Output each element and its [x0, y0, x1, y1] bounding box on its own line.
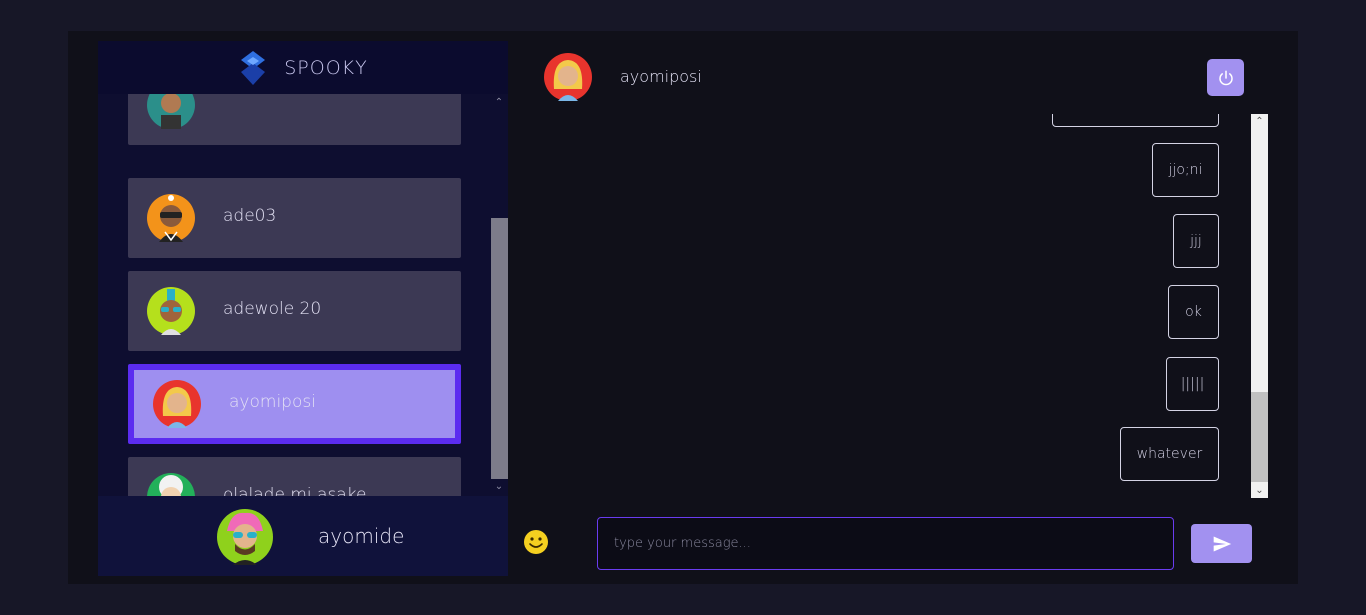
contact-name: adewole 20	[223, 299, 322, 319]
current-user-panel: ayomide	[98, 496, 508, 576]
sidebar: SPOOKY ade03 adewole 20 ayomiposi olalad…	[98, 41, 508, 576]
scroll-down-icon[interactable]: ⌄	[490, 480, 508, 494]
message-bubble	[1052, 114, 1219, 127]
message-list: jjo;ni jjj ok ||||| whatever	[523, 114, 1251, 498]
contact-list-scrollbar[interactable]: ⌃ ⌄	[490, 94, 508, 496]
spooky-logo-icon	[241, 50, 266, 85]
orange-sunglasses-avatar-icon	[147, 194, 195, 242]
lime-mohawk-avatar-icon	[147, 287, 195, 335]
scroll-up-icon[interactable]: ⌃	[490, 96, 508, 110]
contact-item[interactable]: adewole 20	[128, 271, 461, 351]
contact-item[interactable]	[128, 94, 461, 145]
chat-app: SPOOKY ade03 adewole 20 ayomiposi olalad…	[68, 31, 1298, 584]
scroll-down-icon[interactable]: ⌄	[1251, 483, 1268, 498]
teal-avatar-icon	[147, 94, 195, 129]
red-blonde-avatar-icon	[153, 380, 201, 428]
red-blonde-avatar-icon[interactable]	[544, 53, 592, 101]
brand-header: SPOOKY	[98, 41, 508, 94]
brand-name: SPOOKY	[284, 56, 368, 79]
contact-list: ade03 adewole 20 ayomiposi olalade mi as…	[98, 94, 490, 496]
contact-name: ade03	[223, 206, 277, 226]
scrollbar-thumb[interactable]	[1251, 392, 1268, 482]
lime-pinkhair-avatar-icon	[217, 509, 273, 565]
chat-partner-name: ayomiposi	[620, 67, 702, 86]
power-icon	[1218, 70, 1233, 85]
contact-name: ayomiposi	[229, 392, 316, 412]
message-bubble: ok	[1168, 285, 1219, 339]
message-bubble: |||||	[1166, 357, 1219, 411]
message-list-scrollbar[interactable]: ⌃ ⌄	[1251, 114, 1268, 498]
send-button[interactable]	[1191, 524, 1252, 563]
contact-item[interactable]: ade03	[128, 178, 461, 258]
smiley-emoji-icon[interactable]	[523, 529, 549, 555]
logout-button[interactable]	[1207, 59, 1244, 96]
message-bubble: whatever	[1120, 427, 1219, 481]
scrollbar-thumb[interactable]	[491, 218, 508, 479]
scroll-up-icon[interactable]: ⌃	[1251, 114, 1268, 129]
message-bubble: jjo;ni	[1152, 143, 1219, 197]
contact-item-active[interactable]: ayomiposi	[128, 364, 461, 444]
contact-name: olalade mi asake	[223, 485, 367, 496]
contact-item[interactable]: olalade mi asake	[128, 457, 461, 496]
send-icon	[1213, 536, 1231, 551]
current-user-name: ayomide	[318, 524, 405, 548]
message-input[interactable]	[597, 517, 1174, 570]
message-bubble: jjj	[1173, 214, 1219, 268]
green-whitehair-avatar-icon	[147, 473, 195, 496]
